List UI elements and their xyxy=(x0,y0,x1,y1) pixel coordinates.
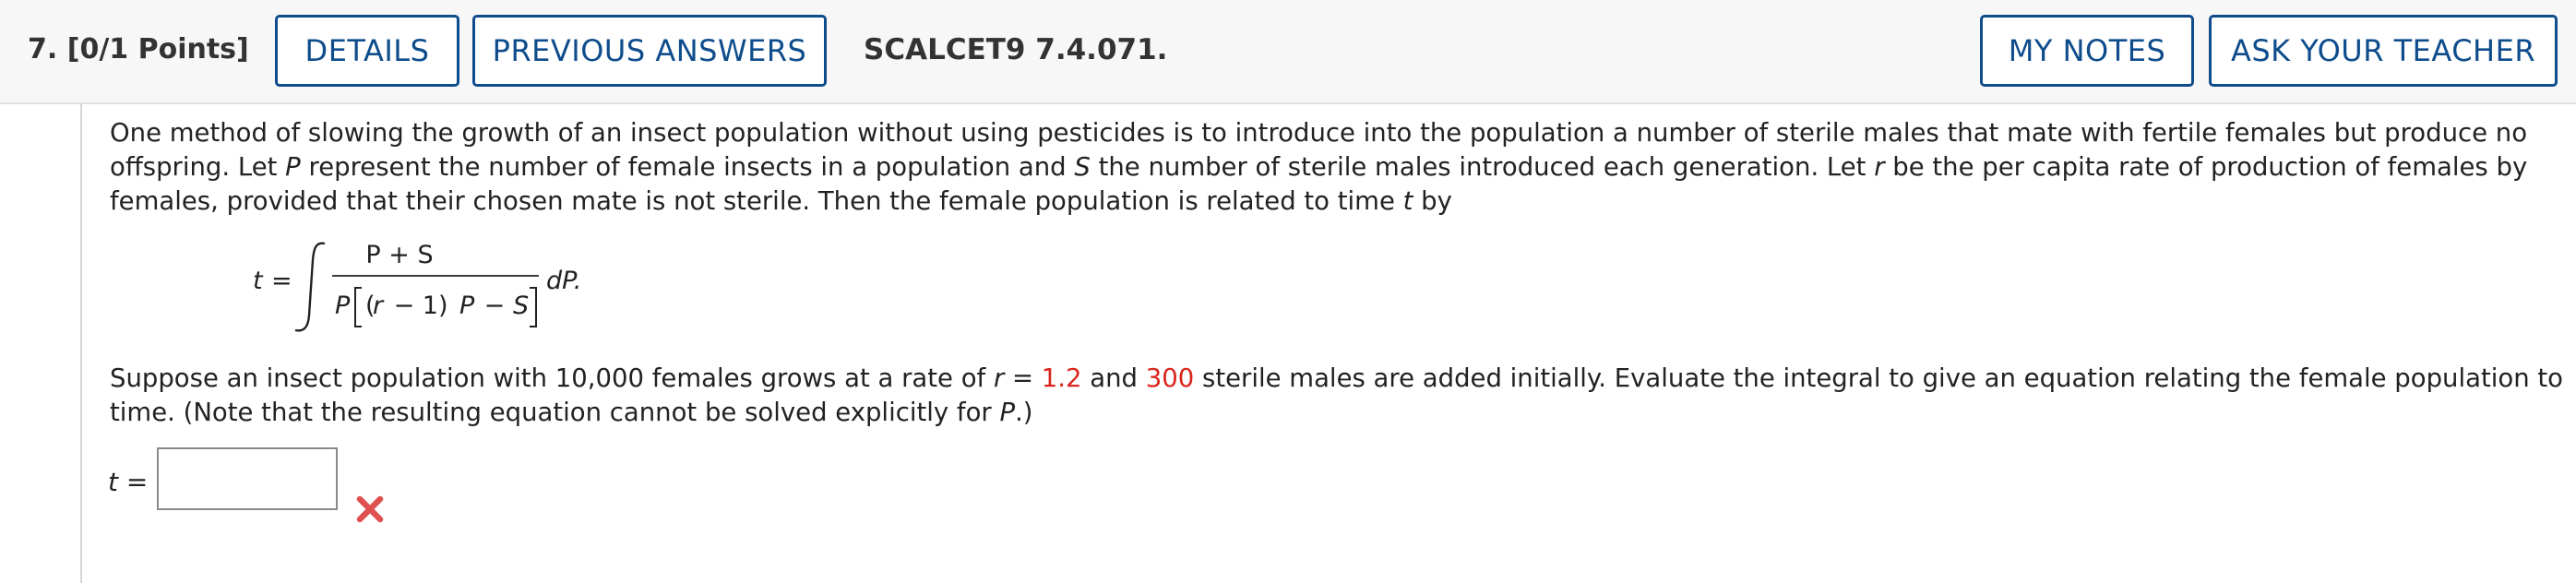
question-header: 7. [0/1 Points] DETAILS PREVIOUS ANSWERS… xyxy=(0,0,2576,104)
left-bracket-icon xyxy=(354,287,362,327)
formula-lhs-t: t xyxy=(253,267,264,295)
my-notes-button[interactable]: MY NOTES xyxy=(1980,15,2194,87)
details-button[interactable]: DETAILS xyxy=(275,15,459,87)
denominator-p2: P xyxy=(459,292,475,320)
answer-label: t = xyxy=(108,467,148,497)
answer-label-var: t xyxy=(108,467,118,497)
question-text-5: .) xyxy=(1015,398,1033,427)
intro-text-5: by xyxy=(1413,186,1452,216)
var-s: S xyxy=(1074,152,1091,182)
points-label: [0/1 Points] xyxy=(66,33,249,65)
differential-dp: dP. xyxy=(546,267,581,295)
previous-answers-button[interactable]: PREVIOUS ANSWERS xyxy=(472,15,827,87)
problem-question-text: Suppose an insect population with 10,000… xyxy=(110,362,2564,430)
denominator-p: P xyxy=(335,292,351,320)
question-var-p: P xyxy=(999,398,1016,427)
problem-intro-text: One method of slowing the growth of an i… xyxy=(110,116,2564,219)
question-var-r: r xyxy=(993,363,1005,393)
answer-label-equals: = xyxy=(117,467,149,497)
formula-equals: = xyxy=(271,267,292,295)
question-text-2: = xyxy=(1004,363,1042,393)
formula-differential: dP. xyxy=(546,267,581,295)
var-r: r xyxy=(1874,152,1885,182)
integral-formula-graphic: t = P + S P ( r − 1) P − S dP. xyxy=(253,241,581,332)
intro-text-2: represent the number of female insects i… xyxy=(300,152,1075,182)
question-number: 7. xyxy=(28,33,58,65)
formula-numerator: P + S xyxy=(365,241,433,269)
right-bracket-icon xyxy=(530,287,537,327)
denominator-minus-one: − 1) xyxy=(386,292,448,320)
question-text-1: Suppose an insect population with 10,000… xyxy=(110,363,994,393)
denominator-r: r xyxy=(373,292,385,320)
intro-text-3: the number of sterile males introduced e… xyxy=(1090,152,1875,182)
answer-input[interactable] xyxy=(157,447,338,510)
sterile-males-value: 300 xyxy=(1145,363,1195,393)
question-id: SCALCET9 7.4.071. xyxy=(864,33,1168,66)
integral-sign-icon xyxy=(294,242,326,332)
x-mark-icon xyxy=(356,495,384,523)
rate-value: 1.2 xyxy=(1041,363,1082,393)
question-number-points: 7. [0/1 Points] xyxy=(28,33,249,65)
ask-your-teacher-button[interactable]: ASK YOUR TEACHER xyxy=(2209,15,2558,87)
var-t: t xyxy=(1402,186,1413,216)
content-left-border xyxy=(80,104,82,583)
denominator-minus: − xyxy=(476,292,513,320)
var-p: P xyxy=(285,152,301,182)
question-text-3: and xyxy=(1081,363,1146,393)
denominator-s: S xyxy=(513,292,529,320)
